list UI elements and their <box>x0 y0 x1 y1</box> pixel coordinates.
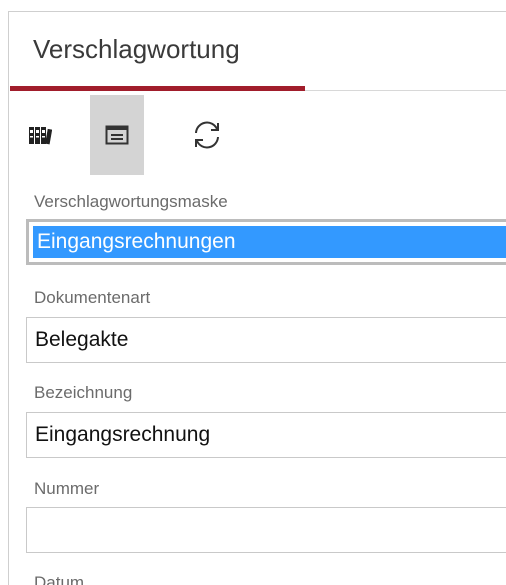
name-value: Eingangsrechnung <box>35 423 211 446</box>
mask-field[interactable]: Eingangsrechnungen <box>26 219 506 265</box>
form-mask-icon <box>105 125 129 145</box>
number-label: Nummer <box>34 479 100 498</box>
binders-button[interactable] <box>13 95 67 175</box>
name-field[interactable]: Eingangsrechnung <box>26 412 506 458</box>
date-label: Datum <box>34 573 85 585</box>
panel-top-border <box>8 11 506 12</box>
title-accent-underline <box>10 86 305 91</box>
refresh-icon <box>190 118 224 152</box>
form-mask-button[interactable] <box>90 95 144 175</box>
binders-icon <box>28 124 52 146</box>
number-field[interactable] <box>26 507 506 553</box>
refresh-button[interactable] <box>180 95 234 175</box>
doctype-field[interactable]: Belegakte <box>26 317 506 363</box>
name-label: Bezeichnung <box>34 383 133 402</box>
indexing-panel: Verschlagwortung Verschlagwortungsmaske … <box>0 0 506 585</box>
doctype-value: Belegakte <box>35 328 129 351</box>
mask-value: Eingangsrechnungen <box>37 230 236 253</box>
mask-label: Verschlagwortungsmaske <box>34 192 228 211</box>
doctype-label: Dokumentenart <box>34 288 151 307</box>
panel-title: Verschlagwortung <box>33 34 240 64</box>
mask-selection: Eingangsrechnungen <box>33 226 506 258</box>
title-separator <box>305 90 506 91</box>
panel-left-border <box>8 11 9 585</box>
